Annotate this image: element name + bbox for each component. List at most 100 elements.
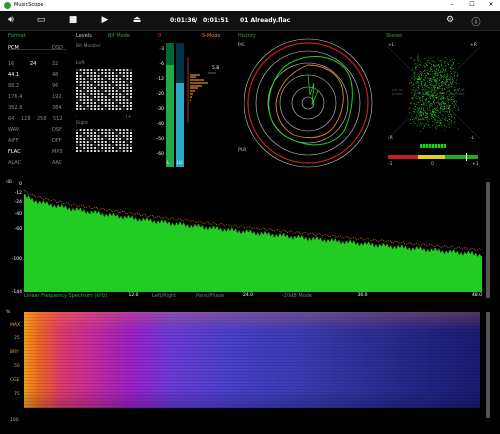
app-logo-icon — [4, 2, 11, 9]
dsd-256: 256 — [37, 116, 47, 122]
bit-monitor-label: Bit Monitor — [76, 44, 101, 49]
spectrogram-label-100: 100 — [10, 418, 19, 423]
stereo-panel: Stereo +L +R -R -L out of phase out of p… — [386, 33, 482, 173]
meter-scale-label: -6 — [159, 62, 165, 67]
info-icon[interactable]: ⓘ — [469, 15, 483, 28]
stop-icon[interactable]: ■ — [66, 15, 80, 25]
correlation-bar — [388, 153, 478, 161]
stereo-note-left: out of phase — [392, 88, 403, 96]
eject-icon[interactable]: ⏏ — [130, 15, 144, 25]
peak-value: 5.8 — [212, 66, 220, 71]
loudness-histogram — [187, 57, 216, 123]
stereo-note-right: out of phase — [454, 88, 465, 96]
spectrogram-scrollbar[interactable] — [486, 312, 490, 418]
maximize-button[interactable]: ☐ — [466, 1, 478, 8]
dsd-128: 128 — [21, 116, 31, 122]
app-title: MusicScope — [14, 2, 44, 8]
rate-176: 176.4 — [8, 94, 23, 100]
stereo-balance-bar — [420, 144, 446, 148]
left-scale-min: - — [76, 115, 78, 120]
file-flac: FLAC — [8, 149, 21, 155]
right-meter — [176, 43, 184, 167]
file-dsf: DSF — [52, 127, 62, 133]
spectrogram-label-max: MAX — [10, 323, 21, 328]
spectrogram-label-cge: CGE — [10, 378, 20, 383]
history-polar-plot — [244, 38, 373, 168]
spectrum-y-label: -100 — [11, 257, 22, 262]
meter-scale-label: -60 — [156, 152, 164, 157]
left-right-toggle[interactable]: Left/Right — [152, 293, 176, 299]
spectrum-y-label: -40 — [14, 212, 22, 217]
meter-scale-label: -3 — [159, 47, 165, 52]
rate-384: 384 — [52, 105, 62, 111]
bits-24: 24 — [30, 61, 37, 67]
bits-32: 32 — [52, 61, 59, 67]
format-pcm: PCM — [8, 45, 19, 51]
left-scale-max: [+ — [126, 115, 132, 120]
bit-mode-toggle[interactable]: Bit Mode — [108, 33, 130, 39]
meter-scale-label: -40 — [156, 122, 164, 127]
meter-scale-label: -50 — [156, 137, 164, 142]
settings-gear-icon[interactable]: ⚙ — [443, 15, 457, 25]
corr-zero: 0 — [431, 162, 434, 167]
bits-16: 16 — [8, 61, 15, 67]
right-channel-label: Right — [76, 121, 88, 126]
corr-minus: -1 — [388, 162, 393, 167]
pans-phase-toggle[interactable]: Pans/Phase — [196, 293, 224, 299]
file-alac: ALAC — [8, 160, 22, 166]
spectrum-y-label: -60 — [14, 227, 22, 232]
stereo-title: Stereo — [386, 33, 403, 39]
time-current: 0:01:36 — [170, 17, 196, 24]
close-button[interactable]: ✕ — [485, 1, 497, 8]
meters-panel: 0 S-Mode -3 -6 -12 -20 -30 -40 -50 -60 5.8 L LU — [146, 33, 232, 173]
format-title: Format — [8, 33, 26, 39]
spectrogram-label-25: 25 — [14, 336, 20, 341]
s-mode-toggle[interactable]: S-Mode — [202, 33, 221, 39]
meter-top-left: 0 — [158, 33, 162, 39]
rate-88: 88.2 — [8, 83, 20, 89]
left-bit-grid — [76, 69, 132, 110]
left-meter — [166, 43, 174, 167]
rate-352: 352.8 — [8, 105, 23, 111]
rate-96: 96 — [52, 83, 59, 89]
volume-icon[interactable]: 🔊︎ — [4, 15, 18, 25]
time-separator: / — [195, 17, 198, 24]
folder-icon[interactable]: ▭ — [34, 15, 48, 25]
time-total: 0:01:51 — [203, 17, 229, 24]
dsd-64: 64 — [8, 116, 15, 122]
spectrum-scrollbar[interactable] — [486, 182, 490, 298]
spectrum-x-label: 24.0 — [242, 293, 253, 298]
spectrum-y-label: -144 — [11, 290, 22, 295]
spectrogram-unit: % — [6, 310, 11, 315]
file-aac: AAC — [52, 160, 63, 166]
meter-scale-label: -12 — [156, 77, 164, 82]
play-icon[interactable]: ▶ — [98, 15, 112, 25]
levels-panel: Levels Bit Mode Bit Monitor Left - [+ Ri… — [76, 33, 138, 173]
format-dsd: DSD — [52, 45, 63, 51]
file-dff: DFF — [52, 138, 62, 144]
spectrum-x-label: 12.0 — [128, 293, 139, 298]
file-mp3: MP3 — [52, 149, 63, 155]
spectrum-y-label: 0 — [19, 182, 22, 187]
left-meter-fill — [166, 65, 174, 167]
meter-scale-label: -30 — [156, 107, 164, 112]
spectrogram-label-50: 50 — [14, 364, 20, 369]
spectrum-y-label: -24 — [14, 200, 22, 205]
spectrum-y-label: -12 — [14, 191, 22, 196]
rate-44: 44.1 — [8, 72, 20, 78]
minimize-button[interactable]: – — [446, 1, 458, 8]
correlation-marker — [466, 153, 468, 161]
spectrogram-label-75: 75 — [14, 392, 20, 397]
left-channel-label: Left — [76, 61, 85, 66]
file-wav: WAV — [8, 127, 20, 133]
right-meter-fill — [176, 82, 184, 167]
spectrum-panel: dB 0 -12 -24 -40 -60 -100 -144 12.0 24.0 36.0 48.… — [0, 178, 488, 306]
minus-20db-toggle[interactable]: -20dB Mode — [282, 293, 312, 299]
spectrum-mode-label[interactable]: Linear Frequency Spectrum (kHz) — [24, 293, 108, 299]
spectrum-x-label: 48.0 — [471, 293, 482, 298]
history-panel: History P/L PLR — [238, 33, 380, 173]
toolbar: 🔊︎ ▭ ■ ▶ ⏏ 0:01:36 / 0:01:51 01 Already.… — [0, 11, 500, 31]
right-bit-grid — [76, 129, 132, 152]
title-bar: MusicScope – ☐ ✕ — [0, 0, 500, 11]
format-panel: Format PCM DSD 16 24 32 44.1 48 88.2 96 … — [8, 33, 68, 173]
